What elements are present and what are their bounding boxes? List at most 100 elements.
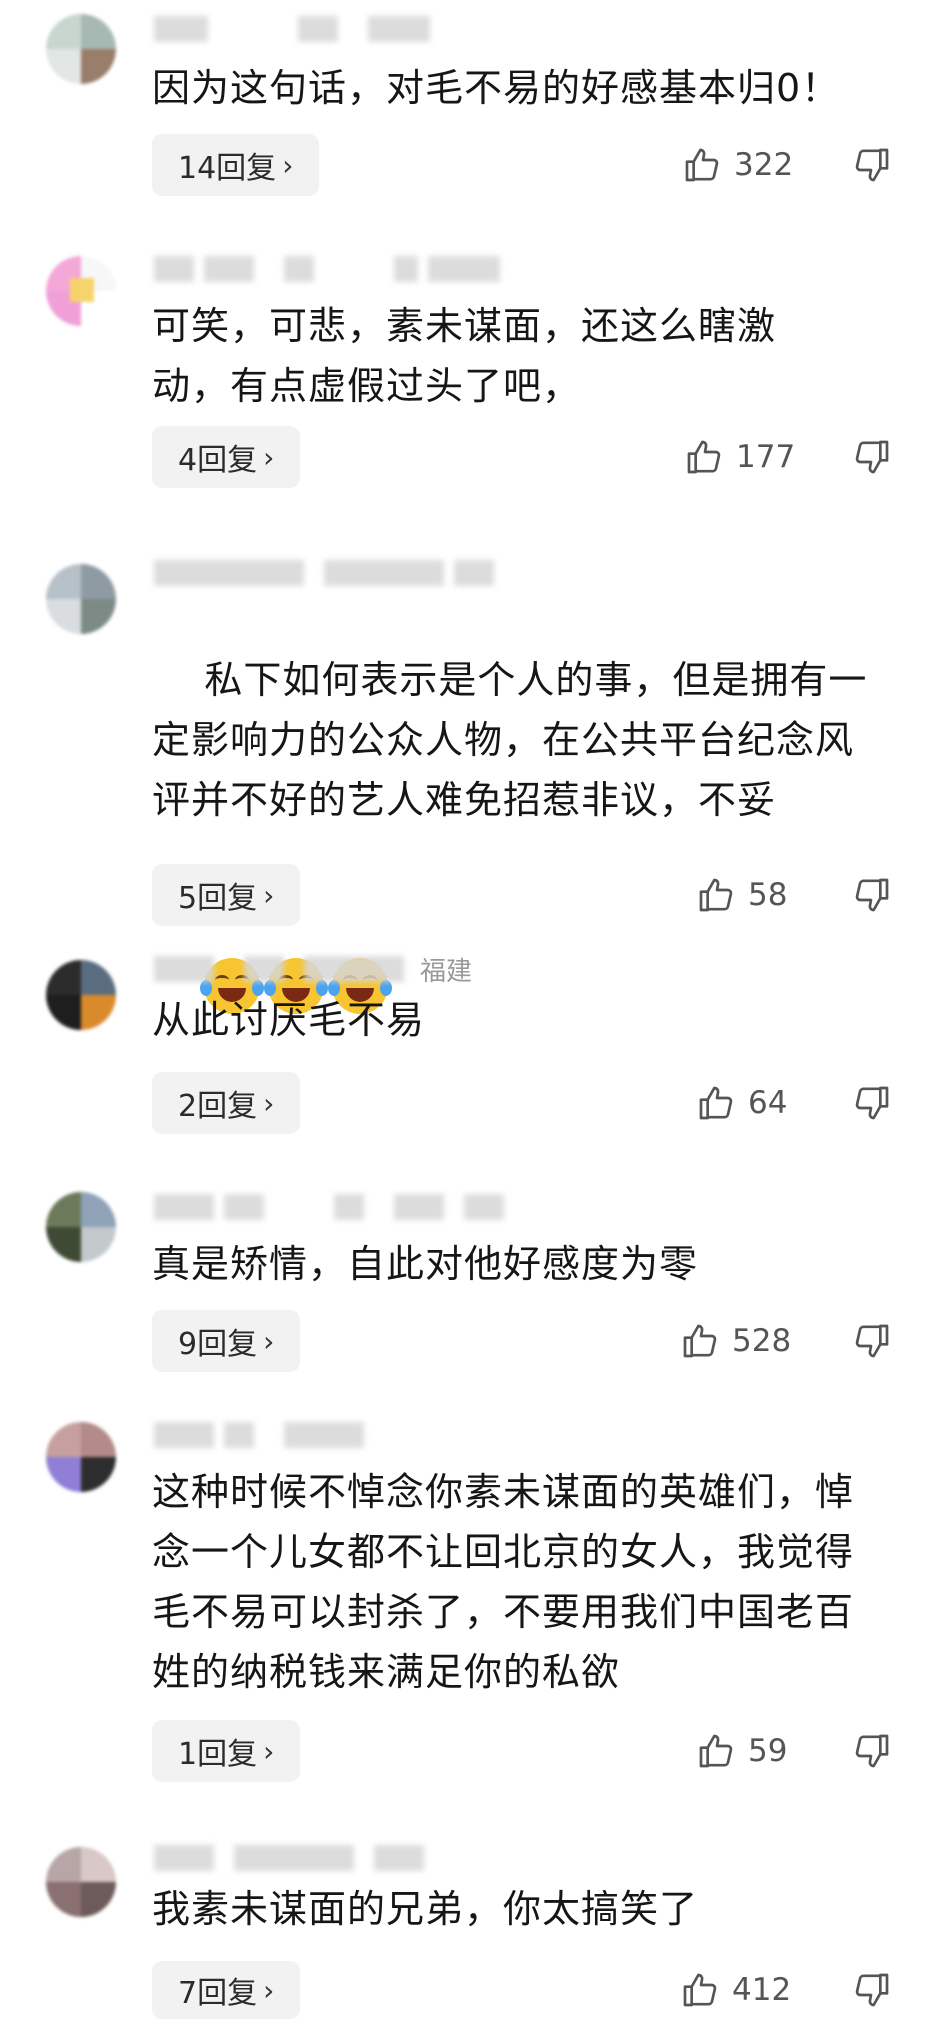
meta-blurred [324, 560, 444, 586]
like-count: 58 [748, 877, 788, 913]
meta-blurred [428, 256, 500, 282]
thumb-down-icon [855, 1324, 889, 1358]
avatar[interactable] [46, 256, 116, 326]
like-count: 322 [734, 147, 794, 183]
thumb-down-icon [855, 878, 889, 912]
like-count: 412 [732, 1972, 792, 2008]
dislike-button[interactable] [852, 426, 892, 488]
avatar-pixel [81, 1227, 116, 1262]
avatar-pixel [81, 960, 116, 995]
avatar[interactable] [46, 960, 116, 1030]
dislike-button[interactable] [852, 1959, 892, 2021]
comment-text: 我素未谋面的兄弟，你太搞笑了 [152, 1887, 699, 1931]
avatar[interactable] [46, 1192, 116, 1262]
meta-blurred [394, 256, 418, 282]
like-button[interactable]: 322 [682, 134, 793, 196]
chevron-right-icon: › [282, 148, 294, 182]
like-count: 64 [748, 1085, 788, 1121]
avatar-pixel [81, 1847, 116, 1882]
meta-blurred [464, 1194, 504, 1220]
replies-label: 7回复 [178, 1976, 258, 2011]
replies-button[interactable]: 4回复 › [152, 426, 301, 488]
meta-blurred [204, 256, 254, 282]
like-button[interactable]: 59 [696, 1720, 787, 1782]
dislike-button[interactable] [852, 864, 892, 926]
chevron-right-icon: › [263, 1086, 275, 1120]
replies-button[interactable]: 7回复 › [152, 1961, 301, 2019]
avatar-pixel [46, 1847, 81, 1882]
dislike-button[interactable] [852, 1310, 892, 1372]
like-button[interactable]: 177 [684, 426, 795, 488]
avatar[interactable] [46, 1422, 116, 1492]
dislike-button[interactable] [852, 134, 892, 196]
replies-button[interactable]: 2回复 › [152, 1072, 301, 1134]
avatar-pixel [46, 1192, 81, 1227]
avatar-pixel [81, 995, 116, 1030]
replies-label: 1回复 [178, 1737, 258, 1772]
replies-label: 4回复 [178, 443, 258, 478]
avatar-pixel [81, 564, 116, 599]
replies-button[interactable]: 5回复 › [152, 864, 301, 926]
like-button[interactable]: 58 [696, 864, 787, 926]
thumb-up-icon [699, 878, 733, 912]
dislike-button[interactable] [852, 1072, 892, 1134]
meta-blurred [284, 256, 314, 282]
avatar-pixel [46, 1457, 81, 1492]
avatar[interactable] [46, 1847, 116, 1917]
avatar-pixel [46, 1422, 81, 1457]
meta-blurred [334, 1194, 364, 1220]
ip-location: 福建 [420, 956, 473, 987]
thumb-down-icon [855, 440, 889, 474]
meta-blurred [454, 560, 494, 586]
avatar-pixel [81, 1192, 116, 1227]
username-blurred[interactable] [154, 256, 194, 282]
thumb-down-icon [855, 1973, 889, 2007]
thumb-up-icon [683, 1324, 717, 1358]
like-button[interactable]: 412 [680, 1959, 791, 2021]
replies-label: 5回复 [178, 881, 258, 916]
thumb-up-icon [699, 1734, 733, 1768]
username-blurred[interactable] [154, 1845, 214, 1871]
like-button[interactable]: 64 [696, 1072, 787, 1134]
username-blurred[interactable] [154, 1194, 214, 1220]
thumb-down-icon [855, 1086, 889, 1120]
thumb-down-icon [855, 148, 889, 182]
avatar-pixel [46, 49, 81, 84]
comment-meta [154, 254, 500, 284]
username-blurred[interactable] [154, 560, 304, 586]
avatar-pixel [46, 1227, 81, 1262]
comment-meta: 福建 [154, 954, 472, 987]
chevron-right-icon: › [263, 878, 275, 912]
replies-button[interactable]: 1回复 › [152, 1720, 301, 1782]
username-blurred[interactable] [154, 16, 208, 42]
meta-blurred [298, 16, 338, 42]
comment-meta [154, 14, 430, 44]
comment-text: 这种时候不悼念你素未谋面的英雄们，悼念一个儿女都不让回北京的女人，我觉得毛不易可… [152, 1470, 855, 1694]
comment-text: 可笑，可悲，素未谋面，还这么瞎激动，有点虚假过头了吧， [152, 304, 777, 408]
dislike-button[interactable] [852, 1720, 892, 1782]
like-count: 59 [748, 1733, 788, 1769]
like-count: 528 [732, 1323, 792, 1359]
username-blurred[interactable] [154, 956, 214, 982]
like-button[interactable]: 528 [680, 1310, 791, 1372]
avatar[interactable] [46, 564, 116, 634]
avatar-pixel [46, 564, 81, 599]
avatar-pixel [81, 1882, 116, 1917]
meta-blurred [394, 1194, 444, 1220]
thumb-up-icon [699, 1086, 733, 1120]
username-blurred[interactable] [154, 1422, 214, 1448]
replies-button[interactable]: 14回复 › [152, 134, 320, 196]
avatar-pixel [46, 960, 81, 995]
avatar-pixel [46, 995, 81, 1030]
replies-button[interactable]: 9回复 › [152, 1310, 301, 1372]
meta-blurred [284, 1422, 364, 1448]
comment-meta [154, 1192, 504, 1222]
replies-label: 14回复 [178, 151, 277, 186]
thumb-up-icon [685, 148, 719, 182]
avatar-pixel [46, 1882, 81, 1917]
comment-text: 因为这句话，对毛不易的好感基本归0！ [152, 66, 841, 110]
chevron-right-icon: › [263, 1324, 275, 1358]
avatar-pixel [70, 278, 94, 302]
thumb-down-icon [855, 1734, 889, 1768]
avatar[interactable] [46, 14, 116, 84]
